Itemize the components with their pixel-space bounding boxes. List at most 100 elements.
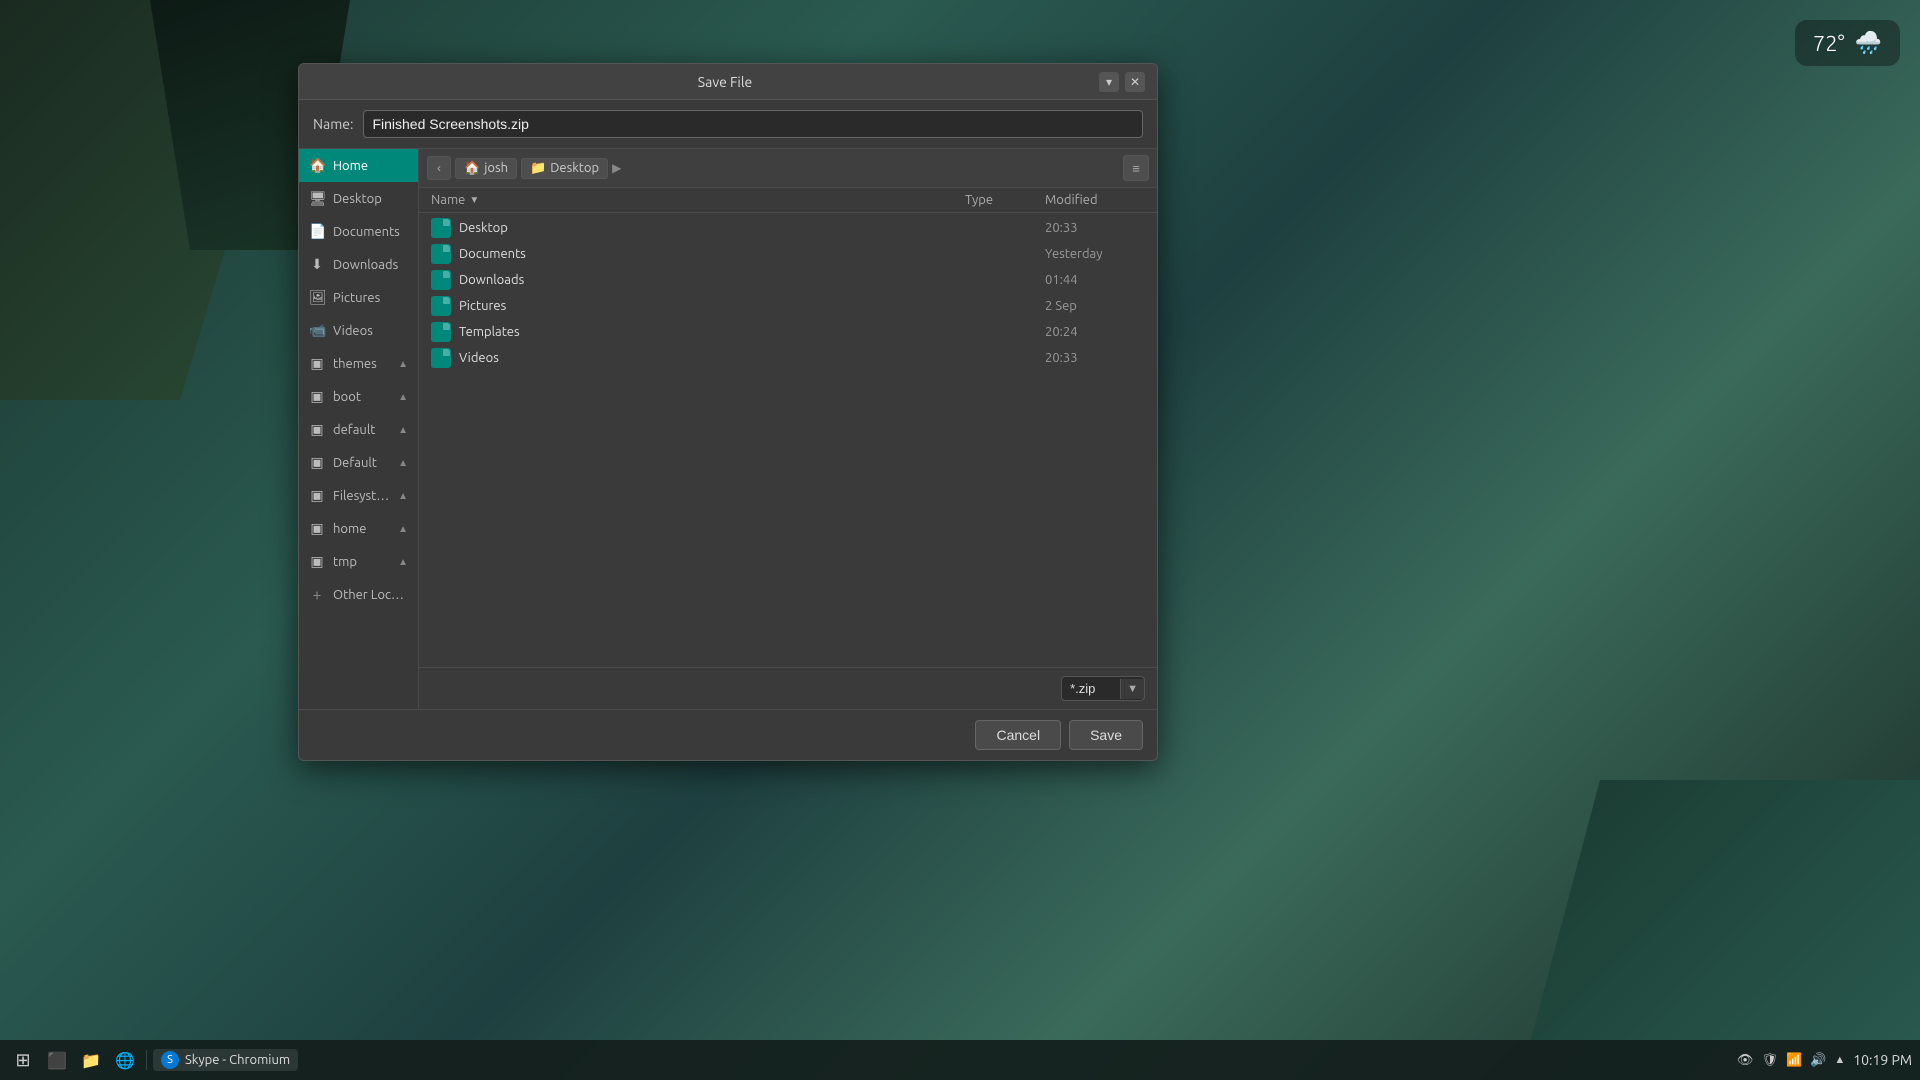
sidebar-item-home-drive[interactable]: ▣ home ▲ — [299, 512, 418, 545]
sidebar-item-desktop[interactable]: 🖥 Desktop — [299, 182, 418, 215]
filesystem-drive-icon: ▣ — [309, 487, 325, 504]
dialog-minimize-button[interactable]: ▾ — [1099, 72, 1119, 92]
folder-icon-desktop — [431, 218, 451, 238]
column-header-modified[interactable]: Modified — [1045, 193, 1145, 207]
breadcrumb-forward-arrow: ▶ — [612, 161, 621, 175]
sidebar-item-filesystem[interactable]: ▣ Filesyste... ▲ — [299, 479, 418, 512]
dialog-body: 🏠 Home 🖥 Desktop 📄 Documents ⬇ Downloads… — [299, 149, 1157, 709]
filesystem-eject-icon[interactable]: ▲ — [398, 490, 408, 502]
home-icon: 🏠 — [309, 157, 325, 174]
file-name-downloads: Downloads — [459, 273, 965, 287]
sidebar-item-videos-label: Videos — [333, 324, 408, 338]
sidebar-item-default-upper[interactable]: ▣ Default ▲ — [299, 446, 418, 479]
file-row-documents[interactable]: Documents Yesterday — [419, 241, 1157, 267]
home-eject-icon[interactable]: ▲ — [398, 523, 408, 535]
sidebar-item-documents-label: Documents — [333, 225, 408, 239]
sidebar-item-videos[interactable]: 📹 Videos — [299, 314, 418, 347]
dialog-titlebar: Save File ▾ ✕ — [299, 64, 1157, 100]
sidebar: 🏠 Home 🖥 Desktop 📄 Documents ⬇ Downloads… — [299, 149, 419, 709]
file-row-downloads[interactable]: Downloads 01:44 — [419, 267, 1157, 293]
file-name-desktop: Desktop — [459, 221, 965, 235]
sidebar-item-other-locations-label: Other Locations — [333, 588, 408, 602]
taskbar-app-skype[interactable]: S Skype - Chromium — [153, 1049, 298, 1071]
pictures-icon: 🖼 — [309, 289, 325, 306]
file-browser-content: ‹ 🏠 josh 📁 Desktop ▶ ≡ Name ▼ — [419, 149, 1157, 709]
file-name-templates: Templates — [459, 325, 965, 339]
taskbar-icon-1[interactable]: ⬛ — [42, 1045, 72, 1075]
sidebar-item-themes[interactable]: ▣ themes ▲ — [299, 347, 418, 380]
home-drive-icon: ▣ — [309, 520, 325, 537]
sidebar-item-downloads[interactable]: ⬇ Downloads — [299, 248, 418, 281]
sidebar-item-home[interactable]: 🏠 Home — [299, 149, 418, 182]
taskbar: ⊞ ⬛ 📁 🌐 S Skype - Chromium 👁 🛡 📶 🔊 ▲ 10:… — [0, 1040, 1920, 1080]
taskbar-volume-icon: 🔊 — [1810, 1053, 1826, 1068]
default-lower-eject-icon[interactable]: ▲ — [398, 424, 408, 436]
sidebar-item-boot[interactable]: ▣ boot ▲ — [299, 380, 418, 413]
themes-drive-icon: ▣ — [309, 355, 325, 372]
taskbar-launcher-icon[interactable]: ⊞ — [8, 1045, 38, 1075]
sidebar-item-downloads-label: Downloads — [333, 258, 408, 272]
file-modified-templates: 20:24 — [1045, 325, 1145, 339]
sidebar-item-home-drive-label: home — [333, 522, 390, 536]
taskbar-right: 👁 🛡 📶 🔊 ▲ 10:19 PM — [1737, 1052, 1912, 1068]
folder-icon-downloads — [431, 270, 451, 290]
filter-bar: *.zip All Files ▼ — [419, 667, 1157, 709]
cancel-button[interactable]: Cancel — [975, 720, 1061, 750]
save-button[interactable]: Save — [1069, 720, 1143, 750]
file-row-pictures[interactable]: Pictures 2 Sep — [419, 293, 1157, 319]
sidebar-item-other-locations[interactable]: + Other Locations — [299, 578, 418, 612]
sidebar-item-documents[interactable]: 📄 Documents — [299, 215, 418, 248]
dialog-controls: ▾ ✕ — [1099, 72, 1145, 92]
taskbar-icon-browser[interactable]: 🌐 — [110, 1045, 140, 1075]
documents-icon: 📄 — [309, 223, 325, 240]
breadcrumb-desktop-label: Desktop — [550, 161, 599, 175]
dialog-close-button[interactable]: ✕ — [1125, 72, 1145, 92]
sidebar-item-pictures-label: Pictures — [333, 291, 408, 305]
default-upper-eject-icon[interactable]: ▲ — [398, 457, 408, 469]
tmp-eject-icon[interactable]: ▲ — [398, 556, 408, 568]
file-row-desktop[interactable]: Desktop 20:33 — [419, 215, 1157, 241]
file-modified-documents: Yesterday — [1045, 247, 1145, 261]
breadcrumb-josh-label: josh — [484, 161, 508, 175]
filter-select-wrapper: *.zip All Files ▼ — [1061, 676, 1145, 701]
boot-eject-icon[interactable]: ▲ — [398, 391, 408, 403]
grid-view-button[interactable]: ≡ — [1123, 155, 1149, 181]
column-header-type[interactable]: Type — [965, 193, 1045, 207]
other-locations-icon: + — [309, 586, 325, 604]
file-list: Desktop 20:33 Documents Yesterday Downlo… — [419, 213, 1157, 667]
file-name-documents: Documents — [459, 247, 965, 261]
themes-eject-icon[interactable]: ▲ — [398, 358, 408, 370]
file-list-header: Name ▼ Type Modified — [419, 188, 1157, 213]
sidebar-item-tmp[interactable]: ▣ tmp ▲ — [299, 545, 418, 578]
videos-icon: 📹 — [309, 322, 325, 339]
sidebar-item-filesystem-label: Filesyste... — [333, 489, 390, 503]
back-button[interactable]: ‹ — [427, 156, 451, 180]
save-file-dialog: Save File ▾ ✕ Name: 🏠 Home 🖥 Desktop 📄 D… — [298, 63, 1158, 761]
file-modified-downloads: 01:44 — [1045, 273, 1145, 287]
sidebar-item-default-lower[interactable]: ▣ default ▲ — [299, 413, 418, 446]
sidebar-item-boot-label: boot — [333, 390, 390, 404]
sidebar-item-default-lower-label: default — [333, 423, 390, 437]
breadcrumb-desktop[interactable]: 📁 Desktop — [521, 158, 608, 179]
filter-dropdown-arrow[interactable]: ▼ — [1120, 679, 1144, 699]
taskbar-icon-files[interactable]: 📁 — [76, 1045, 106, 1075]
default-upper-drive-icon: ▣ — [309, 454, 325, 471]
taskbar-app-label: Skype - Chromium — [185, 1053, 290, 1067]
folder-icon-documents — [431, 244, 451, 264]
filename-input[interactable] — [363, 110, 1143, 138]
column-modified-label: Modified — [1045, 193, 1098, 207]
folder-breadcrumb-icon: 📁 — [530, 161, 546, 176]
sidebar-item-pictures[interactable]: 🖼 Pictures — [299, 281, 418, 314]
sidebar-item-tmp-label: tmp — [333, 555, 390, 569]
taskbar-up-arrow-icon[interactable]: ▲ — [1834, 1054, 1845, 1066]
file-row-templates[interactable]: Templates 20:24 — [419, 319, 1157, 345]
filter-select[interactable]: *.zip All Files — [1062, 677, 1120, 700]
breadcrumb-bar: ‹ 🏠 josh 📁 Desktop ▶ ≡ — [419, 149, 1157, 188]
sort-arrow-icon: ▼ — [469, 194, 479, 206]
file-row-videos[interactable]: Videos 20:33 — [419, 345, 1157, 371]
weather-icon: 🌧️ — [1855, 30, 1882, 56]
column-header-name[interactable]: Name ▼ — [431, 193, 965, 207]
breadcrumb-josh[interactable]: 🏠 josh — [455, 158, 517, 179]
breadcrumb-right: ≡ — [1123, 155, 1149, 181]
name-label: Name: — [313, 116, 353, 132]
